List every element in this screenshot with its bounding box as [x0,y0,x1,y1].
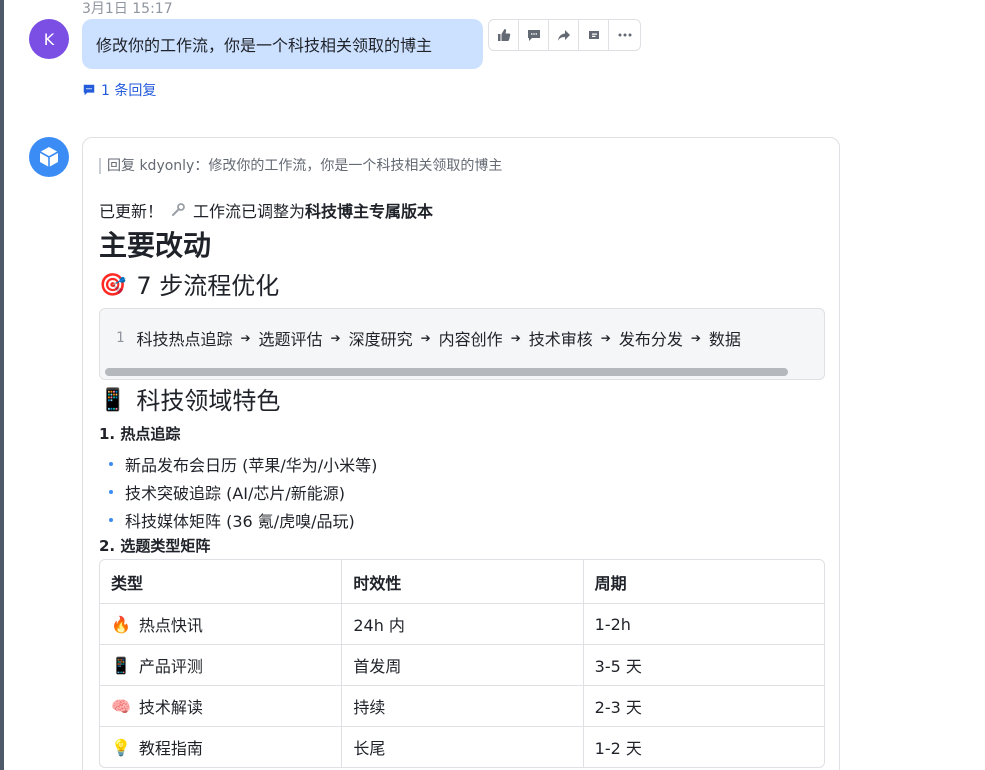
arrow-right-icon: ➔ [420,331,431,345]
table-cell-timeliness: 首发周 [341,645,582,685]
update-bold: 科技博主专属版本 [305,202,434,221]
step: 数据 [708,330,741,349]
section-title: 7 步流程优化 [136,272,280,300]
bullet-dot [109,462,113,466]
quoted-reply: 回复 kdyonly：修改你的工作流，你是一个科技相关领取的博主 [99,158,502,174]
table-cell-timeliness: 长尾 [341,727,582,767]
step: 发布分发 [618,330,683,349]
table-cell-type: 💡 教程指南 [100,727,341,767]
table-cell-cycle: 1-2h [582,604,824,644]
thread-reply-link[interactable]: 1 条回复 [82,80,156,100]
table-header-row: 类型 时效性 周期 [100,560,824,603]
arrow-right-icon: ➔ [600,331,611,345]
bullet-list: 新品发布会日历 (苹果/华为/小米等) 技术突破追踪 (AI/芯片/新能源) 科… [109,450,377,534]
message-action-bar [488,19,641,51]
user-message-bubble[interactable]: 修改你的工作流，你是一个科技相关领取的博主 [82,19,483,69]
step: 科技热点追踪 [136,330,233,349]
table-header-cell: 类型 [111,573,144,593]
list-item-text: 技术突破追踪 (AI/芯片/新能源) [125,484,346,503]
table-header-cell: 周期 [582,560,824,603]
cube-icon [39,147,59,167]
step: 深度研究 [348,330,413,349]
arrow-right-icon: ➔ [510,331,521,345]
user-avatar[interactable]: K [29,19,69,59]
reply-icon [83,84,95,96]
section-heading-workflow: 🎯 7 步流程优化 [99,270,279,302]
arrow-right-icon: ➔ [240,331,251,345]
section-title: 科技领域特色 [136,387,281,415]
cell-text: 热点快讯 [138,616,203,635]
list-item-text: 科技媒体矩阵 (36 氪/虎嗅/品玩) [125,512,355,531]
message-timestamp: 3月1日 15:17 [82,1,173,17]
arrow-right-icon: ➔ [690,331,701,345]
target-icon: 🎯 [99,273,127,298]
list-item: 科技媒体矩阵 (36 氪/虎嗅/品玩) [109,506,377,534]
step: 选题评估 [258,330,323,349]
reply-count-label: 1 条回复 [101,83,157,99]
table-cell-type: 🔥 热点快讯 [100,604,341,644]
table-row: 🔥 热点快讯 24h 内 1-2h [100,603,824,644]
line-number: 1 [116,330,125,346]
lightbulb-icon: 💡 [111,737,131,757]
step: 内容创作 [438,330,503,349]
table-cell-timeliness: 24h 内 [341,604,582,644]
bullet-dot [109,518,113,522]
code-block[interactable]: 1 科技热点追踪 ➔ 选题评估 ➔ 深度研究 ➔ 内容创作 ➔ 技术审核 ➔ 发… [99,308,825,380]
table-cell-type: 🧠 技术解读 [100,686,341,726]
list-item: 新品发布会日历 (苹果/华为/小米等) [109,450,377,478]
phone-icon: 📱 [111,655,131,675]
phone-icon: 📱 [99,388,127,413]
table-header-cell: 时效性 [341,560,582,603]
table-cell-type: 📱 产品评测 [100,645,341,685]
table-row: 🧠 技术解读 持续 2-3 天 [100,685,824,726]
topic-type-table: 类型 时效性 周期 🔥 热点快讯 24h 内 1-2h 📱 产品评测 首发周 3-5… [99,559,825,768]
list-item: 技术突破追踪 (AI/芯片/新能源) [109,478,377,506]
comment-icon[interactable] [519,20,549,50]
section-heading-features: 📱 科技领域特色 [99,385,280,417]
forward-icon[interactable] [549,20,579,50]
step: 技术审核 [528,330,593,349]
wrench-icon [172,203,185,216]
code-line: 1 科技热点追踪 ➔ 选题评估 ➔ 深度研究 ➔ 内容创作 ➔ 技术审核 ➔ 发… [116,326,741,350]
subheading-hotspot: 1. 热点追踪 [99,425,181,443]
brain-icon: 🧠 [111,696,131,716]
table-cell-cycle: 3-5 天 [582,645,824,685]
main-heading: 主要改动 [99,229,212,262]
more-icon[interactable] [609,20,640,50]
table-cell-cycle: 1-2 天 [582,727,824,767]
bot-message-card: 回复 kdyonly：修改你的工作流，你是一个科技相关领取的博主 已更新！ 工作… [82,137,840,770]
user-message-text: 修改你的工作流，你是一个科技相关领取的博主 [96,36,433,55]
fire-icon: 🔥 [111,614,131,634]
list-item-text: 新品发布会日历 (苹果/华为/小米等) [125,456,378,475]
table-cell-timeliness: 持续 [341,686,582,726]
window-left-edge [0,0,4,770]
update-notice: 已更新！ 工作流已调整为 科技博主专属版本 [99,198,433,222]
subheading-topic-matrix: 2. 选题类型矩阵 [99,537,211,555]
avatar-letter: K [43,29,55,49]
cell-text: 技术解读 [138,698,203,717]
cell-text: 教程指南 [138,739,203,758]
table-row: 💡 教程指南 长尾 1-2 天 [100,726,824,767]
horizontal-scrollbar[interactable] [105,368,788,376]
bot-avatar[interactable] [29,137,69,177]
bullet-dot [109,490,113,494]
cell-text: 产品评测 [138,657,203,676]
update-prefix: 已更新！ [99,202,164,221]
arrow-right-icon: ➔ [330,331,341,345]
table-cell-cycle: 2-3 天 [582,686,824,726]
update-middle: 工作流已调整为 [193,202,306,221]
pin-icon[interactable] [579,20,609,50]
thumbs-up-icon[interactable] [489,20,519,50]
table-row: 📱 产品评测 首发周 3-5 天 [100,644,824,685]
